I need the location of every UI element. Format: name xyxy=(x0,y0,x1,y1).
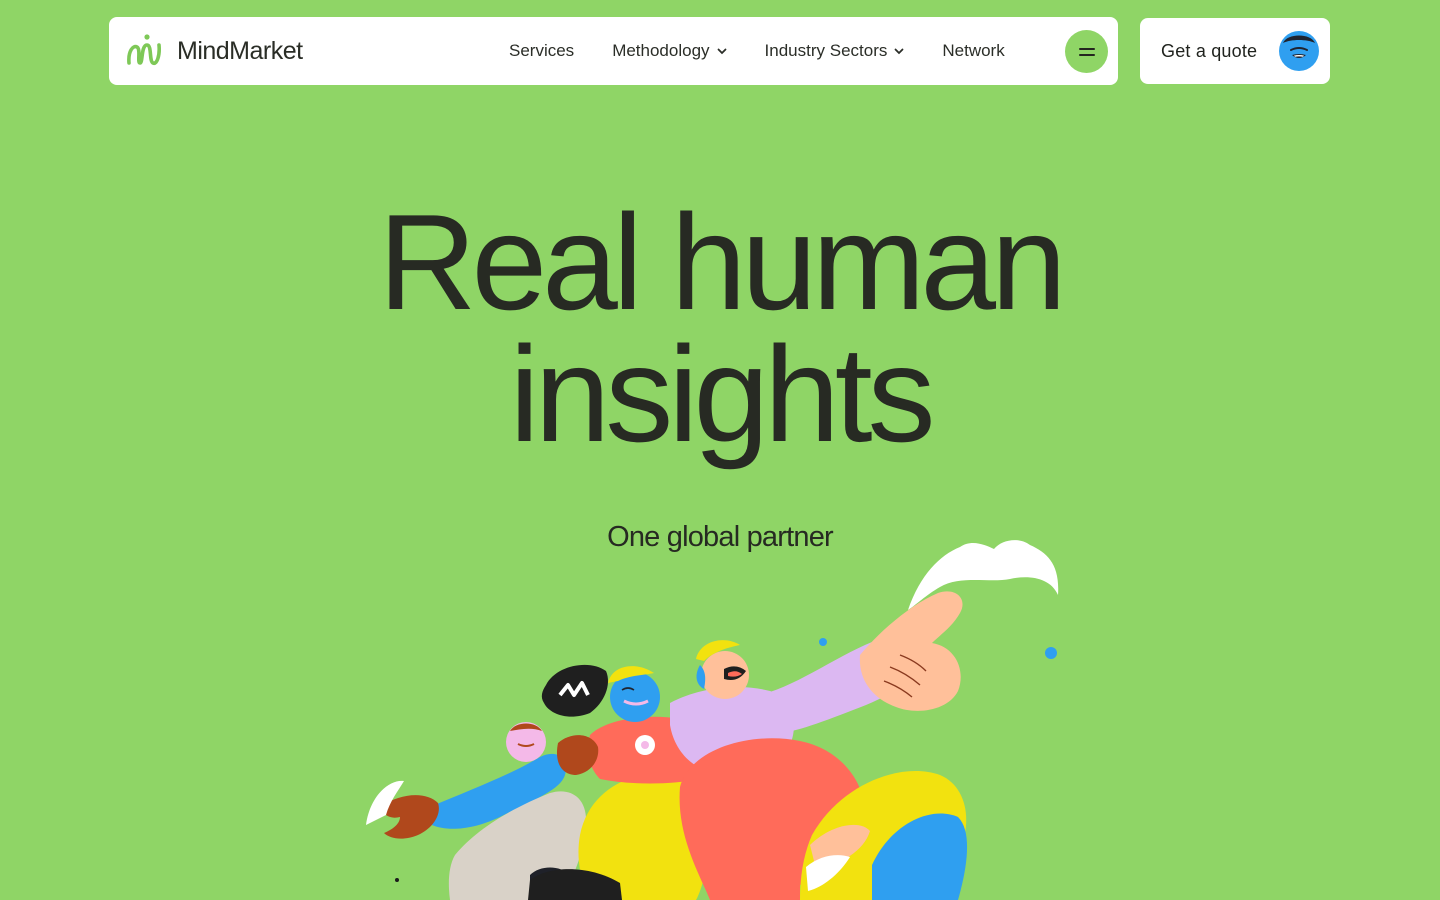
group-of-people-illustration xyxy=(366,540,1059,900)
mindmarket-logo-icon xyxy=(127,34,161,66)
nav-item-label: Network xyxy=(942,41,1005,60)
hero-title: Real human insights xyxy=(0,186,1440,470)
nav-item-label: Industry Sectors xyxy=(764,41,888,60)
nav-item-methodology[interactable]: Methodology xyxy=(612,41,726,61)
hero-title-line-2: insights xyxy=(509,318,935,470)
nav-item-services[interactable]: Services xyxy=(509,41,574,61)
chevron-down-icon xyxy=(894,48,904,55)
hero-title-line-1: Real human xyxy=(378,186,1066,338)
primary-nav: Services Methodology Industry Sectors Ne… xyxy=(509,17,1005,85)
nav-item-network[interactable]: Network xyxy=(942,41,1004,61)
chevron-down-icon xyxy=(717,48,726,55)
logo-link[interactable]: MindMarket xyxy=(125,33,303,69)
get-a-quote-button[interactable]: Get a quote xyxy=(1140,18,1330,84)
nav-item-industry-sectors[interactable]: Industry Sectors xyxy=(765,41,905,61)
smiling-face-avatar-icon xyxy=(1279,31,1319,71)
brand-name: MindMarket xyxy=(177,36,303,65)
nav-item-label: Methodology xyxy=(612,41,710,60)
menu-icon xyxy=(1078,47,1095,56)
get-a-quote-label: Get a quote xyxy=(1161,40,1258,61)
main-navbar: MindMarket Services Methodology Industry… xyxy=(109,17,1118,85)
nav-item-label: Services xyxy=(509,41,575,60)
menu-button[interactable] xyxy=(1065,30,1108,73)
